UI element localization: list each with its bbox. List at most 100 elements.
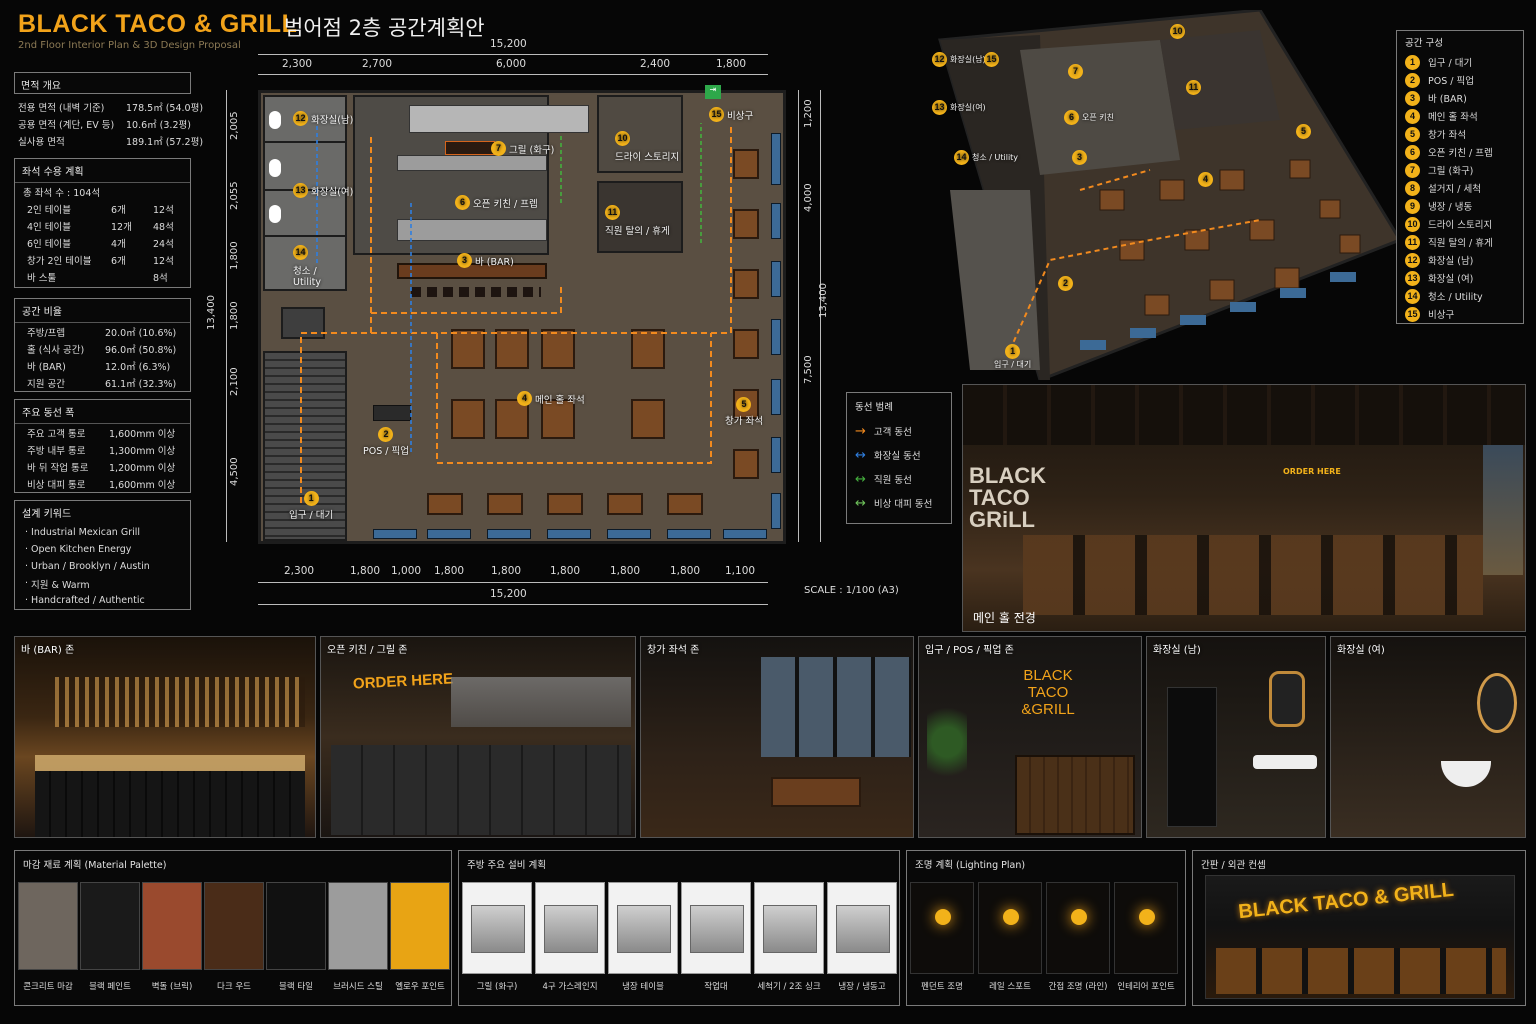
ratio-box: 공간 비율 주방/프렙 20.0㎡ (10.6%) 홀 (식사 공간) 96.0㎡ … [14,298,191,392]
room-badge: 6 [1064,110,1079,125]
material-swatch [390,882,450,970]
room-badge: 2 [1058,276,1073,291]
material-swatch [266,882,326,970]
room-badge: 5 [736,397,752,412]
dim-right-total: 13,400 [818,283,829,318]
room-badge: 12 [1405,252,1420,268]
room-badge: 13 [293,183,308,198]
legend-label: 비상 대피 동선 [873,499,933,510]
seating-type: 창가 2인 테이블 [27,255,92,267]
window-zone-caption: 창가 좌석 존 [647,645,700,656]
room-list-label: 비상구 [1428,310,1455,321]
ratio-label: 홀 (식사 공간) [27,344,85,356]
room-badge: 11 [1186,80,1201,95]
material-label: 옐로우 포인트 [395,982,445,992]
lighting-image [910,882,974,974]
order-sign: ORDER HERE [1283,467,1341,476]
kitchen-zone-photo: 오픈 키친 / 그릴 존 ORDER HERE [320,636,636,838]
keyword-item: Handcrafted / Authentic [31,595,145,606]
table [771,777,861,807]
equipment-image [827,882,897,974]
legend-heading: 동선 범례 [855,402,893,413]
iso-label: 화장실(여) [950,103,986,112]
room-label: 비상구 [727,110,754,122]
toilet-m-caption: 화장실 (남) [1153,645,1201,656]
sink [1253,755,1317,769]
material-label: 다크 우드 [217,982,251,992]
circulation-label: 주방 내부 통로 [27,445,86,457]
keyword-item: Urban / Brooklyn / Austin [31,561,150,572]
area-value: 10.6㎡ (3.2평) [126,119,191,131]
room-list-label: 드라이 스토리지 [1428,220,1493,231]
legend-box: 동선 범례 → 고객 동선 ↔ 화장실 동선 ↔ 직원 동선 ↔ 비상 대피 동선 [846,392,952,524]
room-list: 공간 구성 1 입구 / 대기 2 POS / 픽업 3 바 (BAR) 4 메인 홀 좌석 5… [1396,30,1524,324]
room-label: 창가 좌석 [725,416,763,427]
circulation-value: 1,300mm 이상 [109,445,176,457]
room-list-heading: 공간 구성 [1405,38,1443,49]
main-hall-caption: 메인 홀 전경 [973,611,1036,625]
room-badge: 5 [1296,124,1311,139]
equipment-image [535,882,605,974]
room-badge: 13 [1405,270,1420,286]
facade-sign: BLACK TACO & GRILL [1237,878,1455,924]
bar-zone-photo: 바 (BAR) 존 [14,636,316,838]
seating-seats: 8석 [153,272,168,284]
area-label: 실사용 면적 [18,136,65,148]
window [761,657,911,757]
area-heading: 면적 개요 [21,81,61,92]
entry-zone-caption: 입구 / POS / 픽업 존 [925,645,1014,656]
mirror [1477,673,1517,733]
room-label: 바 (BAR) [475,256,514,268]
room-badge: 10 [1170,24,1185,39]
material-swatch [204,882,264,970]
seating-type: 바 스툴 [27,272,57,284]
material-label: 벽돌 (브릭) [151,982,193,992]
ratio-heading: 공간 비율 [15,299,190,323]
room-list-item: 7 그릴 (화구) [1397,161,1523,179]
bar-zone-caption: 바 (BAR) 존 [21,645,75,656]
dim-top-total: 15,200 [490,38,527,50]
legend-label: 고객 동선 [873,427,912,438]
seating-count: 6개 [111,255,126,267]
room-list-item: 1 입구 / 대기 [1397,53,1523,71]
room-badge: 2 [1405,72,1420,88]
room-badge: 11 [605,205,620,220]
ratio-value: 61.1㎡ (32.3%) [105,378,177,390]
equipment-heading: 주방 주요 설비 계획 [467,860,546,871]
facade-image: BLACK TACO & GRILL [1205,875,1515,999]
equipment-label: 냉장 / 냉동고 [838,982,886,992]
room-badge: 15 [1405,306,1420,322]
equipment-image [754,882,824,974]
material-label: 블랙 타일 [279,982,313,992]
sink [1441,761,1491,787]
equipment-label: 작업대 [704,982,728,992]
circulation-label: 비상 대피 통로 [27,479,86,491]
seating-seats: 48석 [153,221,174,233]
room-list-item: 14 청소 / Utility [1397,287,1523,305]
seating-count: 4개 [111,238,126,250]
page-title-korean: 범어점 2층 공간계획안 [284,16,485,40]
pos-counter [1015,755,1135,835]
dim-bottom-part: 1,800 [350,565,381,577]
toilet-f-caption: 화장실 (여) [1337,645,1385,656]
material-swatch [80,882,140,970]
dim-bottom-part: 1,800 [670,565,701,577]
equipment-image [608,882,678,974]
room-badge: 3 [457,253,472,268]
room-badge: 6 [455,195,470,210]
ratio-value: 12.0㎡ (6.3%) [105,361,171,373]
dim-bottom-part: 1,100 [725,565,756,577]
lighting-heading: 조명 계획 (Lighting Plan) [915,860,1026,871]
seating-seats: 12석 [153,255,174,267]
room-badge: 5 [1405,126,1420,142]
lighting-image [978,882,1042,974]
seating-heading: 좌석 수용 계획 [15,159,190,183]
room-list-item: 11 직원 탈의 / 휴게 [1397,233,1523,251]
room-list-label: 화장실 (여) [1428,274,1474,285]
order-sign: ORDER HERE [352,670,454,693]
ratio-value: 96.0㎡ (50.8%) [105,344,177,356]
dim-left-total: 13,400 [206,295,217,330]
room-list-label: POS / 픽업 [1428,76,1474,87]
equipment-label: 4구 가스레인지 [542,982,598,992]
circulation-value: 1,600mm 이상 [109,428,176,440]
